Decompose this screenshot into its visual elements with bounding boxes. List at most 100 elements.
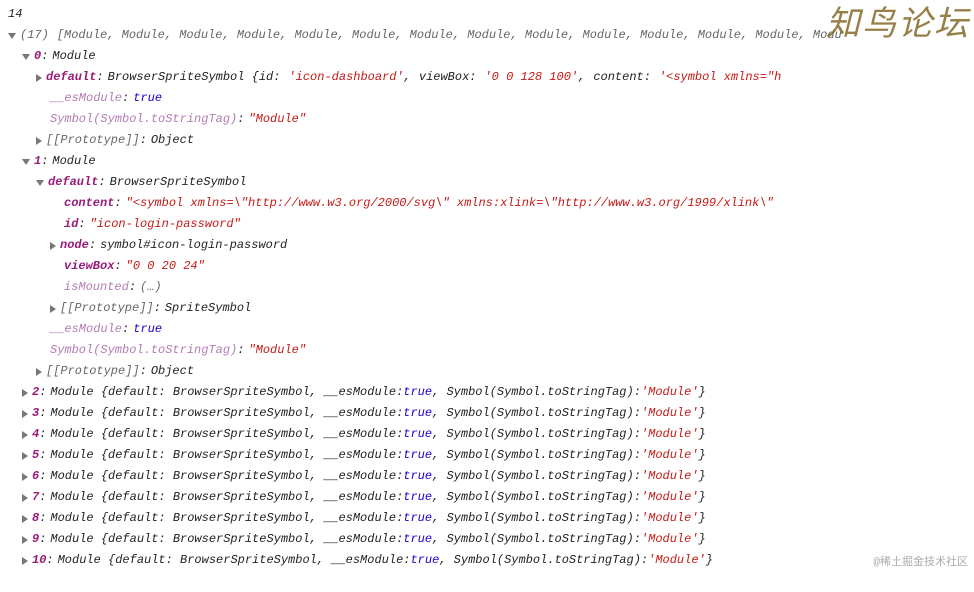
bool-value: true: [403, 445, 432, 466]
bool-value: true: [403, 424, 432, 445]
property-node[interactable]: node: symbol#icon-login-password: [8, 235, 974, 256]
prop-label: viewBox:: [419, 67, 477, 88]
chevron-down-icon[interactable]: [22, 54, 30, 60]
array-item-8[interactable]: 8:Module {default: BrowserSpriteSymbol, …: [8, 508, 974, 529]
console-line-number: 14: [8, 4, 974, 25]
chevron-right-icon[interactable]: [22, 473, 28, 481]
prop-key: viewBox: [64, 256, 114, 277]
prop-key: node: [60, 235, 89, 256]
array-item-3[interactable]: 3:Module {default: BrowserSpriteSymbol, …: [8, 403, 974, 424]
string-value: 'Module': [641, 466, 699, 487]
chevron-right-icon[interactable]: [36, 368, 42, 376]
bool-value: true: [403, 487, 432, 508]
chevron-right-icon[interactable]: [22, 452, 28, 460]
object-preview: Module {default: BrowserSpriteSymbol, __…: [50, 403, 403, 424]
property-esmodule[interactable]: __esModule: true: [8, 88, 974, 109]
property-prototype[interactable]: [[Prototype]]: Object: [8, 361, 974, 382]
prop-key: isMounted: [64, 277, 129, 298]
string-value: 'Module': [648, 550, 706, 571]
prop-preview: BrowserSpriteSymbol {id:: [108, 67, 281, 88]
string-value: '<symbol xmlns="h: [659, 67, 781, 88]
string-value: 'icon-dashboard': [288, 67, 403, 88]
property-prototype[interactable]: [[Prototype]]: Object: [8, 130, 974, 151]
chevron-right-icon[interactable]: [22, 557, 28, 565]
object-preview: Module {default: BrowserSpriteSymbol, __…: [58, 550, 411, 571]
array-item-10[interactable]: 10:Module {default: BrowserSpriteSymbol,…: [8, 550, 974, 571]
chevron-right-icon[interactable]: [22, 494, 28, 502]
object-preview: Module {default: BrowserSpriteSymbol, __…: [50, 445, 403, 466]
index-key: 1: [34, 151, 41, 172]
string-value: 'Module': [641, 508, 699, 529]
chevron-right-icon[interactable]: [36, 74, 42, 82]
property-default[interactable]: default: BrowserSpriteSymbol {id: 'icon-…: [8, 67, 974, 88]
array-item-4[interactable]: 4:Module {default: BrowserSpriteSymbol, …: [8, 424, 974, 445]
array-item-1[interactable]: 1: Module: [8, 151, 974, 172]
array-item-0[interactable]: 0: Module: [8, 46, 974, 67]
dom-value: symbol#icon-login-password: [100, 235, 287, 256]
getter-value[interactable]: (…): [140, 277, 162, 298]
property-id[interactable]: id: "icon-login-password": [8, 214, 974, 235]
object-preview: Module {default: BrowserSpriteSymbol, __…: [50, 487, 403, 508]
chevron-right-icon[interactable]: [22, 389, 28, 397]
property-viewbox[interactable]: viewBox: "0 0 20 24": [8, 256, 974, 277]
prop-label: content:: [593, 67, 651, 88]
prop-key: id: [64, 214, 78, 235]
prop-key: Symbol(Symbol.toStringTag): [50, 109, 237, 130]
string-value: "Module": [248, 109, 306, 130]
index-key: 3: [32, 403, 39, 424]
property-default[interactable]: default: BrowserSpriteSymbol: [8, 172, 974, 193]
property-content[interactable]: content: "<symbol xmlns=\"http://www.w3.…: [8, 193, 974, 214]
chevron-down-icon[interactable]: [8, 33, 16, 39]
object-type: Module: [52, 151, 95, 172]
string-value: 'Module': [641, 529, 699, 550]
index-key: 7: [32, 487, 39, 508]
index-key: 4: [32, 424, 39, 445]
string-value: 'Module': [641, 487, 699, 508]
array-preview: [Module, Module, Module, Module, Module,…: [57, 25, 842, 46]
array-item-5[interactable]: 5:Module {default: BrowserSpriteSymbol, …: [8, 445, 974, 466]
chevron-right-icon[interactable]: [36, 137, 42, 145]
object-type: Object: [151, 130, 194, 151]
bool-value: true: [410, 550, 439, 571]
array-item-9[interactable]: 9:Module {default: BrowserSpriteSymbol, …: [8, 529, 974, 550]
object-preview: Module {default: BrowserSpriteSymbol, __…: [50, 424, 403, 445]
chevron-right-icon[interactable]: [22, 431, 28, 439]
property-symboltag[interactable]: Symbol(Symbol.toStringTag): "Module": [8, 109, 974, 130]
string-value: "Module": [248, 340, 306, 361]
chevron-down-icon[interactable]: [36, 180, 44, 186]
prop-key: default: [48, 172, 98, 193]
property-symboltag[interactable]: Symbol(Symbol.toStringTag): "Module": [8, 340, 974, 361]
array-item-6[interactable]: 6:Module {default: BrowserSpriteSymbol, …: [8, 466, 974, 487]
line-number: 14: [8, 4, 22, 25]
object-preview: Module {default: BrowserSpriteSymbol, __…: [50, 508, 403, 529]
array-header[interactable]: (17) [Module, Module, Module, Module, Mo…: [8, 25, 974, 46]
prop-key: [[Prototype]]: [60, 298, 154, 319]
chevron-right-icon[interactable]: [22, 410, 28, 418]
bool-value: true: [403, 382, 432, 403]
property-ismounted[interactable]: isMounted: (…): [8, 277, 974, 298]
prop-key: __esModule: [50, 319, 122, 340]
array-item-7[interactable]: 7:Module {default: BrowserSpriteSymbol, …: [8, 487, 974, 508]
index-key: 8: [32, 508, 39, 529]
bool-value: true: [133, 88, 162, 109]
string-value: 'Module': [641, 382, 699, 403]
chevron-right-icon[interactable]: [50, 305, 56, 313]
property-esmodule[interactable]: __esModule: true: [8, 319, 974, 340]
string-value: "icon-login-password": [90, 214, 241, 235]
prop-key: content: [64, 193, 114, 214]
index-key: 0: [34, 46, 41, 67]
bool-value: true: [403, 466, 432, 487]
object-preview: Module {default: BrowserSpriteSymbol, __…: [50, 529, 403, 550]
chevron-down-icon[interactable]: [22, 159, 30, 165]
object-type: SpriteSymbol: [165, 298, 251, 319]
string-value: 'Module': [641, 403, 699, 424]
bool-value: true: [403, 403, 432, 424]
chevron-right-icon[interactable]: [22, 515, 28, 523]
chevron-right-icon[interactable]: [50, 242, 56, 250]
object-type: Module: [52, 46, 95, 67]
property-prototype[interactable]: [[Prototype]]: SpriteSymbol: [8, 298, 974, 319]
string-value: '0 0 128 100': [484, 67, 578, 88]
object-type: BrowserSpriteSymbol: [110, 172, 247, 193]
chevron-right-icon[interactable]: [22, 536, 28, 544]
array-item-2[interactable]: 2:Module {default: BrowserSpriteSymbol, …: [8, 382, 974, 403]
